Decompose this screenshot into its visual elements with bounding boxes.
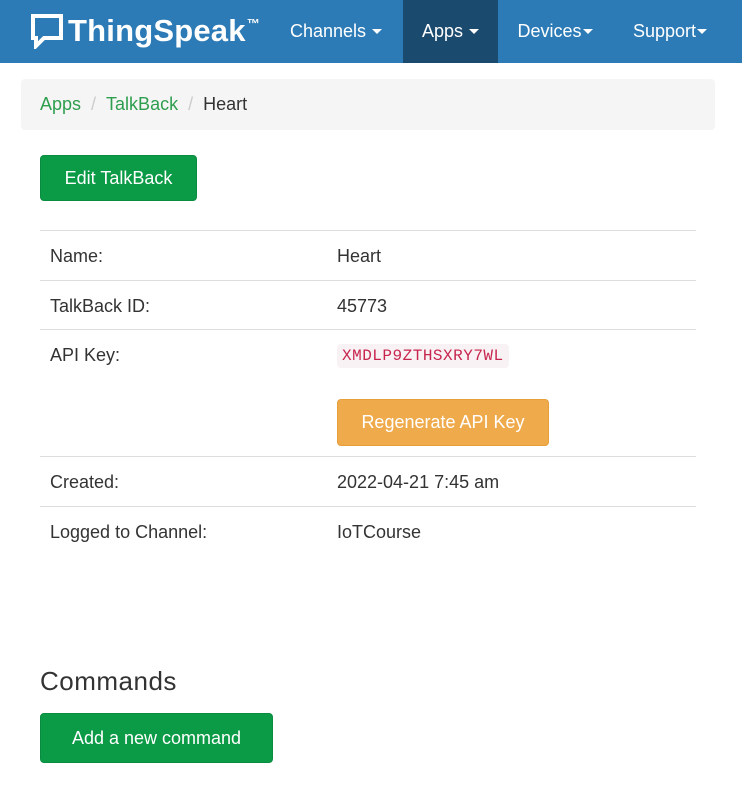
talkback-id-value: 45773	[337, 296, 388, 316]
nav-devices[interactable]: Devices	[505, 0, 605, 63]
nav-label: Devices	[517, 21, 582, 41]
brand-logo[interactable]: ThingSpeak ™	[30, 12, 260, 50]
talkback-id-label: TalkBack ID:	[50, 296, 151, 316]
breadcrumb-current: Heart	[203, 94, 248, 114]
breadcrumb-separator: /	[91, 94, 97, 114]
table-row: API Key: XMDLP9ZTHSXRY7WL Regenerate API…	[40, 329, 696, 456]
api-key-label: API Key:	[50, 345, 121, 365]
logged-to-channel-label: Logged to Channel:	[50, 522, 208, 542]
nav-label: Apps	[421, 21, 464, 41]
name-value: Heart	[337, 246, 382, 266]
table-row: Created: 2022-04-21 7:45 am	[40, 456, 696, 506]
regenerate-api-key-button[interactable]: Regenerate API Key	[337, 399, 549, 446]
breadcrumb: Apps / TalkBack / Heart	[21, 79, 715, 130]
caret-down-icon	[697, 29, 708, 34]
nav-apps[interactable]: Apps	[403, 0, 498, 63]
chat-bubble-icon	[30, 13, 64, 49]
created-value: 2022-04-21 7:45 am	[337, 472, 500, 492]
caret-down-icon	[372, 29, 383, 34]
caret-down-icon	[582, 29, 593, 34]
table-row: Name: Heart	[40, 230, 696, 280]
add-command-button[interactable]: Add a new command	[40, 713, 273, 763]
api-key-value[interactable]: XMDLP9ZTHSXRY7WL	[337, 344, 509, 368]
top-navbar: ThingSpeak ™ Channels Apps Devices Suppo…	[0, 0, 742, 63]
nav-label: Support	[632, 21, 697, 41]
logged-to-channel-value[interactable]: IoTCourse	[337, 522, 421, 543]
brand-name: ThingSpeak	[68, 13, 246, 48]
brand-trademark: ™	[246, 16, 260, 31]
edit-talkback-button[interactable]: Edit TalkBack	[40, 155, 197, 201]
nav-channels[interactable]: Channels	[278, 0, 394, 63]
name-label: Name:	[50, 246, 104, 266]
commands-heading: Commands	[40, 666, 177, 696]
caret-down-icon	[469, 29, 480, 34]
created-label: Created:	[50, 472, 120, 492]
breadcrumb-apps[interactable]: Apps	[40, 94, 81, 115]
table-row: TalkBack ID: 45773	[40, 280, 696, 329]
table-row: Logged to Channel: IoTCourse	[40, 506, 696, 556]
breadcrumb-separator: /	[188, 94, 194, 114]
nav-label: Channels	[289, 21, 367, 41]
breadcrumb-talkback[interactable]: TalkBack	[106, 94, 178, 115]
nav-support[interactable]: Support	[618, 0, 722, 63]
